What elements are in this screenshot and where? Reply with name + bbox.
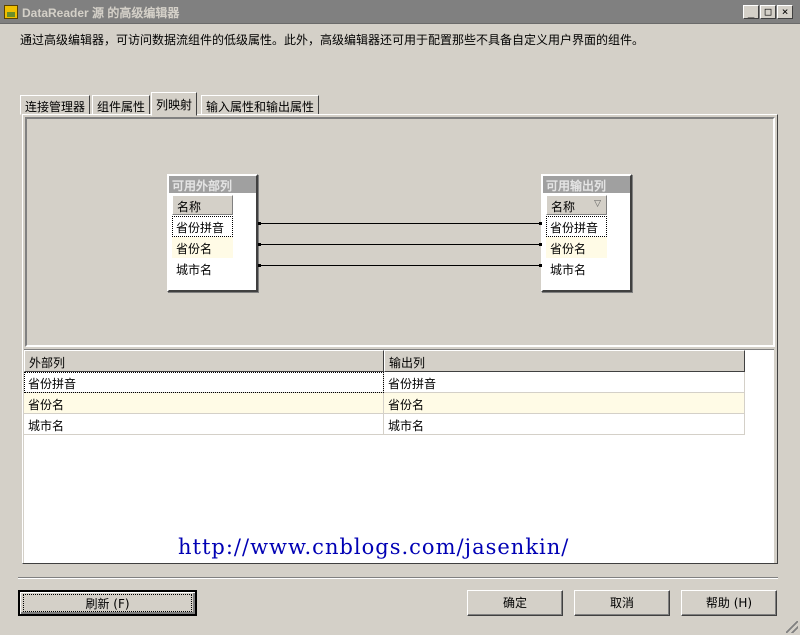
external-columns-title: 可用外部列: [169, 176, 256, 193]
grid-header-output[interactable]: 输出列: [384, 350, 745, 372]
output-name-header-label: 名称: [551, 200, 576, 214]
tab-input-output-properties[interactable]: 输入属性和输出属性: [201, 95, 320, 115]
grid-cell-output[interactable]: 省份拼音: [384, 372, 745, 393]
grid-cell-output[interactable]: 城市名: [384, 414, 745, 435]
window-title: DataReader 源 的高级编辑器: [22, 6, 180, 20]
close-button[interactable]: ×: [777, 5, 793, 19]
resize-grip[interactable]: [786, 621, 798, 633]
output-columns-title: 可用输出列: [543, 176, 630, 193]
external-column-item[interactable]: 省份名: [172, 237, 233, 258]
cancel-button[interactable]: 取消: [574, 590, 670, 616]
minimize-button[interactable]: _: [743, 5, 759, 19]
tab-column-mappings[interactable]: 列映射: [151, 92, 198, 116]
mapping-line[interactable]: [258, 222, 542, 225]
output-columns-box[interactable]: 可用输出列 名称 ▽ 省份拼音 省份名 城市名: [541, 174, 632, 292]
external-name-header[interactable]: 名称: [172, 195, 233, 215]
footer-divider: [18, 577, 778, 579]
tab-connection-managers[interactable]: 连接管理器: [20, 95, 91, 115]
maximize-button[interactable]: □: [760, 5, 776, 19]
ok-button[interactable]: 确定: [467, 590, 563, 616]
grid-cell-external[interactable]: 城市名: [24, 414, 384, 435]
description-text: 通过高级编辑器，可访问数据流组件的低级属性。此外，高级编辑器还可用于配置那些不具…: [20, 33, 645, 47]
external-columns-box[interactable]: 可用外部列 名称 省份拼音 省份名 城市名: [167, 174, 258, 292]
mapping-grid: 外部列 输出列 省份拼音 省份拼音 省份名 省份名 城市名 城市名: [24, 349, 774, 563]
external-column-item[interactable]: 省份拼音: [172, 216, 233, 237]
tab-component-properties[interactable]: 组件属性: [92, 95, 151, 115]
output-column-item[interactable]: 省份名: [546, 237, 607, 258]
output-columns-list: 名称 ▽ 省份拼音 省份名 城市名: [546, 195, 607, 289]
grid-cell-external[interactable]: 省份名: [24, 393, 384, 414]
help-button[interactable]: 帮助 (H): [681, 590, 777, 616]
output-column-item[interactable]: 城市名: [546, 258, 607, 279]
output-name-header[interactable]: 名称 ▽: [546, 195, 607, 215]
output-column-item[interactable]: 省份拼音: [546, 216, 607, 237]
app-icon: [4, 5, 18, 19]
watermark-url: http://www.cnblogs.com/jasenkin/: [178, 535, 570, 559]
mapping-canvas: 可用外部列 名称 省份拼音 省份名 城市名 可用输出列 名称 ▽ 省份拼音 省份…: [25, 117, 775, 347]
grid-header-external[interactable]: 外部列: [24, 350, 384, 372]
external-column-item[interactable]: 城市名: [172, 258, 233, 279]
external-columns-list: 名称 省份拼音 省份名 城市名: [172, 195, 233, 289]
title-bar: DataReader 源 的高级编辑器 _ □ ×: [0, 0, 800, 24]
grid-cell-output[interactable]: 省份名: [384, 393, 745, 414]
mapping-line[interactable]: [258, 243, 542, 246]
refresh-button[interactable]: 刷新 (F): [18, 590, 197, 616]
focus-rect: [23, 594, 192, 612]
mapping-line[interactable]: [258, 264, 542, 267]
grid-cell-external[interactable]: 省份拼音: [24, 372, 384, 393]
sort-icon[interactable]: ▽: [594, 199, 601, 209]
